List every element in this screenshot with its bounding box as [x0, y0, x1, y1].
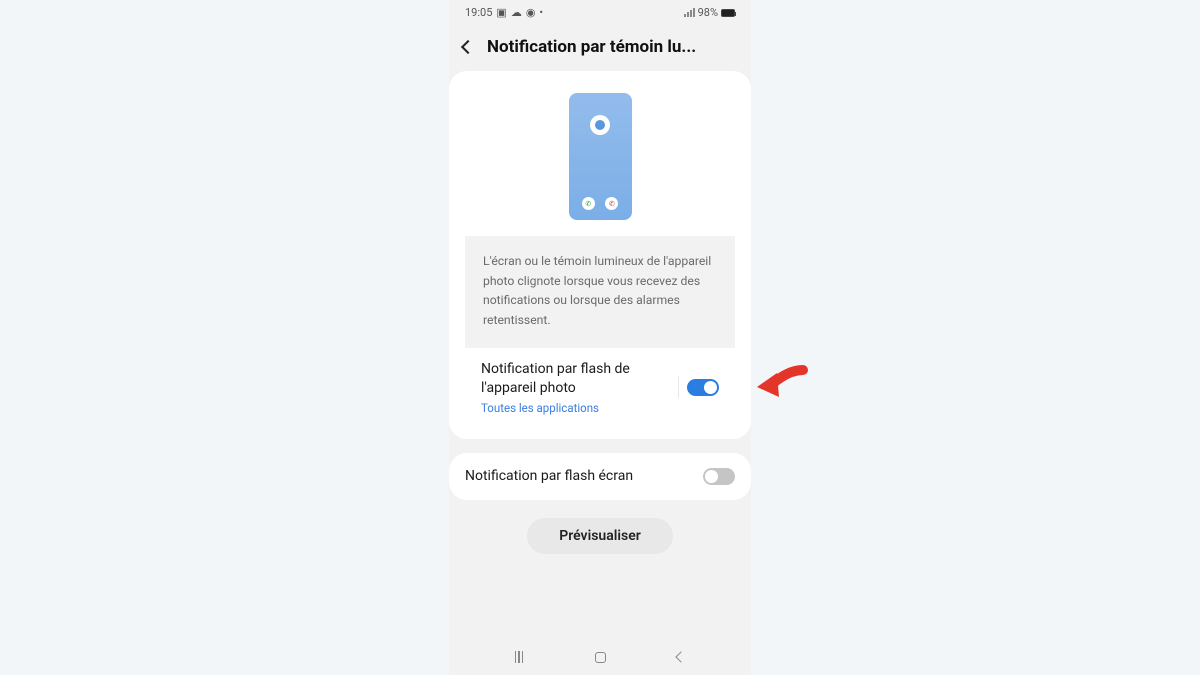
setting-camera-flash-subtitle: Toutes les applications — [481, 401, 668, 415]
back-icon[interactable] — [461, 40, 475, 54]
toggle-camera-flash[interactable] — [687, 379, 719, 396]
setting-screen-flash-title: Notification par flash écran — [465, 467, 693, 486]
toggle-wrapper — [678, 376, 719, 398]
phone-frame: 19:05 ▣ ☁ ◉ • 98% Notification par témoi… — [449, 0, 751, 675]
nav-back-icon[interactable] — [676, 651, 687, 662]
gallery-icon: ▣ — [496, 6, 506, 19]
page-header: Notification par témoin lu... — [449, 23, 751, 71]
avatar-icon — [590, 115, 610, 135]
illustration-card: ✆ ✆ L'écran ou le témoin lumineux de l'a… — [449, 71, 751, 439]
setting-text: Notification par flash de l'appareil pho… — [481, 360, 668, 415]
more-icon: • — [539, 6, 543, 19]
section-divider — [449, 439, 751, 453]
nav-home-icon[interactable] — [595, 652, 606, 663]
status-time: 19:05 — [465, 6, 492, 19]
annotation-arrow-icon — [753, 365, 813, 415]
battery-icon — [721, 9, 735, 17]
target-icon: ◉ — [526, 6, 536, 19]
page-title: Notification par témoin lu... — [487, 37, 735, 57]
status-left: 19:05 ▣ ☁ ◉ • — [465, 6, 543, 19]
status-bar: 19:05 ▣ ☁ ◉ • 98% — [449, 0, 751, 23]
nav-recents-icon[interactable] — [515, 651, 524, 663]
cloud-icon: ☁ — [511, 6, 522, 19]
setting-camera-flash[interactable]: Notification par flash de l'appareil pho… — [465, 348, 735, 429]
setting-text: Notification par flash écran — [465, 467, 693, 486]
system-nav-bar — [449, 639, 751, 675]
setting-screen-flash[interactable]: Notification par flash écran — [449, 453, 751, 500]
battery-pct: 98% — [698, 6, 718, 19]
call-buttons: ✆ ✆ — [569, 197, 632, 210]
content-area: ✆ ✆ L'écran ou le témoin lumineux de l'a… — [449, 71, 751, 554]
phone-illustration: ✆ ✆ — [569, 93, 632, 220]
preview-button[interactable]: Prévisualiser — [527, 518, 673, 554]
decline-icon: ✆ — [605, 197, 618, 210]
setting-camera-flash-title: Notification par flash de l'appareil pho… — [481, 360, 668, 398]
description-text: L'écran ou le témoin lumineux de l'appar… — [465, 236, 735, 348]
answer-icon: ✆ — [582, 197, 595, 210]
toggle-separator — [678, 376, 679, 398]
status-right: 98% — [684, 6, 735, 19]
signal-icon — [684, 8, 695, 17]
toggle-screen-flash[interactable] — [703, 468, 735, 485]
